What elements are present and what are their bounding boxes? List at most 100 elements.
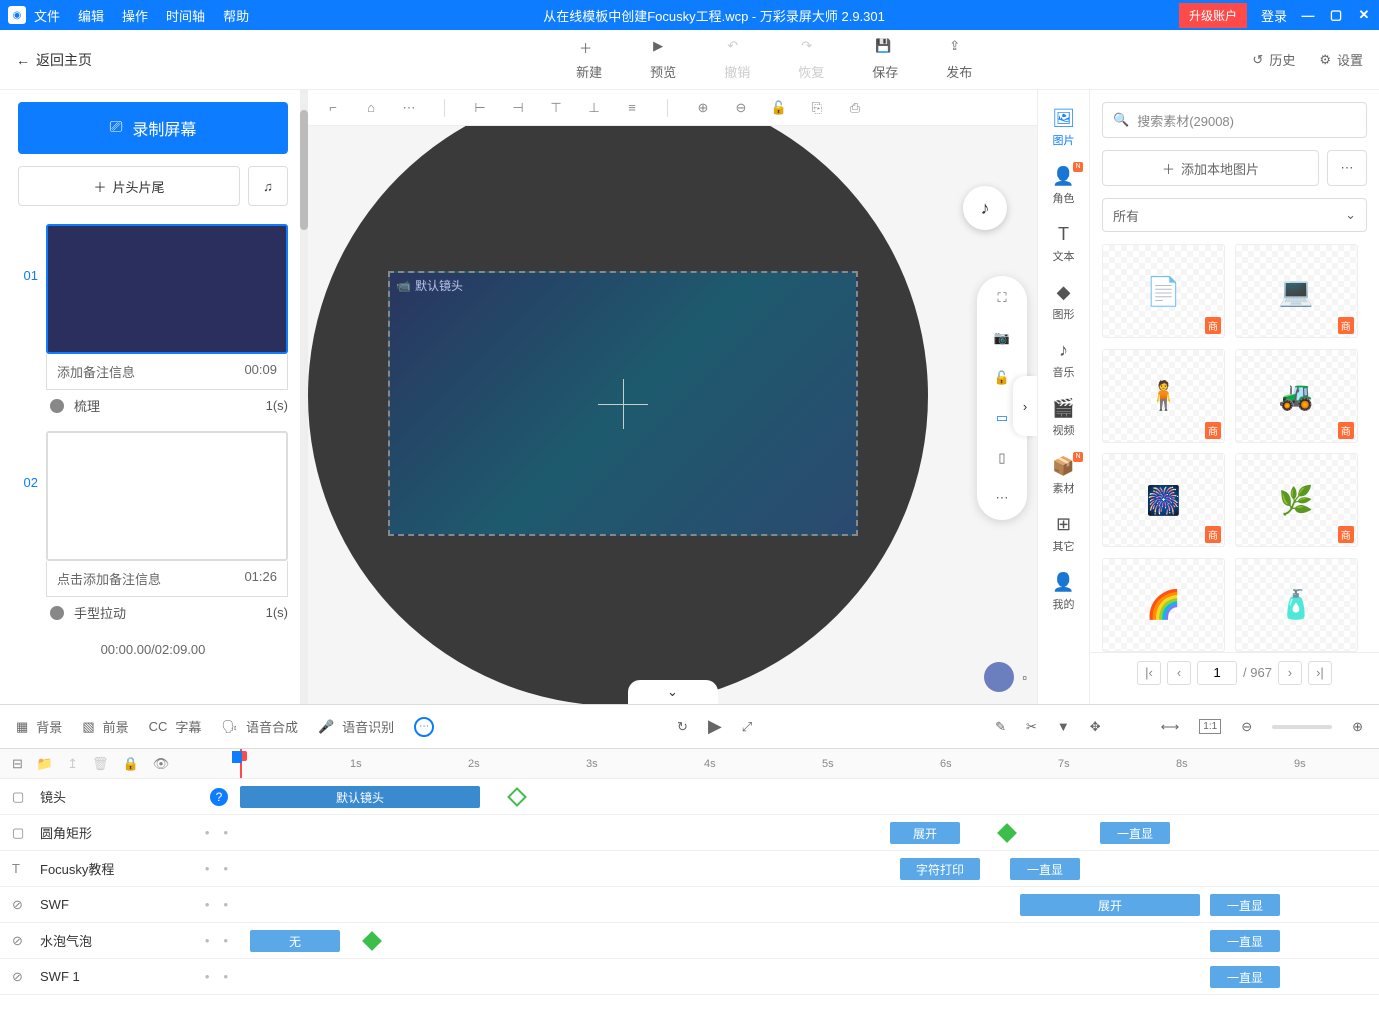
tab-音乐[interactable]: ♪音乐 (1038, 332, 1089, 388)
tab-角色[interactable]: 👤角色N (1038, 158, 1089, 214)
timeline-bar[interactable]: 一直显 (1010, 858, 1080, 880)
camera-frame[interactable]: 📹默认镜头 (388, 271, 858, 536)
timeline-bar[interactable]: 一直显 (1210, 966, 1280, 988)
upgrade-button[interactable]: 升级账户 (1179, 3, 1247, 28)
align-center-icon[interactable]: ⊣ (509, 100, 527, 116)
tl-fullscreen-icon[interactable]: ⤢ (742, 719, 752, 735)
tl-eye-icon[interactable]: 👁 (153, 756, 170, 772)
avatar-icon[interactable] (984, 662, 1014, 692)
menu-action[interactable]: 操作 (122, 6, 148, 25)
asset-item[interactable]: 🧍商 (1102, 349, 1225, 443)
timeline-track[interactable]: 一直显 (240, 959, 1379, 994)
left-scrollbar[interactable] (300, 90, 308, 704)
playhead[interactable] (240, 749, 242, 778)
timeline-row-head[interactable]: ⊘ 水泡气泡 •• (0, 931, 240, 950)
tl-fg-button[interactable]: ▧前景 (82, 717, 128, 736)
tl-lock2-icon[interactable]: 🔒 (123, 756, 139, 772)
tl-up-icon[interactable]: ↥ (67, 756, 78, 772)
align-left-icon[interactable]: ⊢ (471, 100, 489, 116)
timeline-row-head[interactable]: ▢ 镜头 ? (0, 787, 240, 806)
timeline-bar[interactable]: 一直显 (1210, 930, 1280, 952)
menu-file[interactable]: 文件 (34, 6, 60, 25)
pager-first-button[interactable]: |‹ (1137, 661, 1161, 685)
tl-restart-icon[interactable]: ↻ (677, 719, 688, 735)
bottom-tab-button[interactable]: ⌄ (628, 680, 718, 704)
timeline-bar[interactable]: 一直显 (1100, 822, 1170, 844)
toolbar-保存-button[interactable]: 💾保存 (872, 38, 898, 81)
tl-new-icon[interactable]: ⊟ (12, 756, 23, 772)
menu-timeline[interactable]: 时间轴 (166, 6, 205, 25)
record-screen-button[interactable]: ⎚ 录制屏幕 (18, 102, 288, 154)
tl-zoom-slider[interactable] (1272, 725, 1332, 729)
timeline-track[interactable]: 无 一直显 (240, 923, 1379, 958)
stage-music-button[interactable]: ♪ (963, 186, 1007, 230)
asset-item[interactable]: 🎆商 (1102, 453, 1225, 547)
help-icon[interactable]: ? (210, 788, 228, 806)
slide-transition[interactable]: 梳理 1(s) (46, 390, 288, 421)
menu-help[interactable]: 帮助 (223, 6, 249, 25)
keyframe-diamond[interactable] (997, 823, 1017, 843)
tl-play-icon[interactable]: ▶ (708, 716, 722, 737)
timeline-bar[interactable]: 展开 (1020, 894, 1200, 916)
expand-panel-button[interactable]: › (1013, 376, 1037, 436)
asset-item[interactable]: 🌿商 (1235, 453, 1358, 547)
zoom-in-icon[interactable]: ⊕ (694, 100, 712, 116)
more-icon[interactable]: ⋯ (400, 100, 418, 116)
timeline-bar[interactable]: 一直显 (1210, 894, 1280, 916)
tab-视频[interactable]: 🎬视频 (1038, 390, 1089, 446)
tl-ruler[interactable]: 1s2s3s4s5s6s7s8s9s (240, 749, 1379, 778)
tl-edit-icon[interactable]: ✎ (995, 719, 1006, 735)
more-options-button[interactable]: ⋯ (1327, 150, 1367, 186)
menu-edit[interactable]: 编辑 (78, 6, 104, 25)
copy-icon[interactable]: ⎘ (808, 100, 826, 116)
pager-prev-button[interactable]: ‹ (1167, 661, 1191, 685)
music-button[interactable]: ♫ (248, 166, 288, 206)
align-middle-icon[interactable]: ≡ (623, 100, 641, 115)
tl-tts-button[interactable]: 🗣语音合成 (221, 717, 298, 736)
history-button[interactable]: ↺历史 (1252, 50, 1295, 69)
camera-tool-icon[interactable]: 📷 (992, 328, 1012, 348)
tl-bg-button[interactable]: ▦背景 (16, 717, 62, 736)
screen-tool-icon[interactable]: ▭ (992, 408, 1012, 428)
tab-文本[interactable]: T文本 (1038, 216, 1089, 272)
more-tool-icon[interactable]: ⋯ (992, 488, 1012, 508)
timeline-row-head[interactable]: ⊘ SWF •• (0, 897, 240, 913)
timeline-track[interactable]: 展开一直显 (240, 815, 1379, 850)
tl-zoom-in-icon[interactable]: ⊕ (1352, 719, 1363, 735)
timeline-bar[interactable]: 字符打印 (900, 858, 980, 880)
toolbar-撤销-button[interactable]: ↶撤销 (724, 38, 750, 81)
home-icon[interactable]: ⌂ (362, 100, 380, 115)
pager-current-input[interactable] (1197, 661, 1237, 685)
tab-图片[interactable]: 🖼图片 (1038, 100, 1089, 156)
unlock-tool-icon[interactable]: 🔓 (992, 368, 1012, 388)
timeline-track[interactable]: 展开一直显 (240, 887, 1379, 922)
tab-其它[interactable]: ⊞其它 (1038, 506, 1089, 562)
asset-item[interactable]: 🌈 (1102, 558, 1225, 652)
toolbar-新建-button[interactable]: ＋新建 (576, 38, 602, 81)
timeline-bar[interactable]: 无 (250, 930, 340, 952)
maximize-button[interactable]: ▢ (1329, 7, 1343, 23)
slide-thumbnail[interactable] (46, 431, 288, 561)
add-local-image-button[interactable]: ＋添加本地图片 (1102, 150, 1319, 186)
asset-item[interactable]: 🚜商 (1235, 349, 1358, 443)
timeline-track[interactable]: 默认镜头 (240, 779, 1379, 814)
login-button[interactable]: 登录 (1261, 6, 1287, 25)
stage[interactable]: ♪ 📹默认镜头 ⛶ 📷 🔓 ▭ ▯ ⋯ › ⌄ ▫ (308, 126, 1037, 704)
tl-100-icon[interactable]: 1:1 (1199, 719, 1221, 734)
asset-item[interactable]: 📄商 (1102, 244, 1225, 338)
mobile-tool-icon[interactable]: ▯ (992, 448, 1012, 468)
paste-icon[interactable]: ⎙ (846, 100, 864, 116)
tl-more-button[interactable]: ⋯ (414, 717, 434, 737)
pager-next-button[interactable]: › (1278, 661, 1302, 685)
asset-item[interactable]: 💻商 (1235, 244, 1358, 338)
close-button[interactable]: ✕ (1357, 7, 1371, 23)
fullscreen-tool-icon[interactable]: ⛶ (992, 288, 1012, 308)
asset-item[interactable]: 🧴 (1235, 558, 1358, 652)
head-tail-button[interactable]: ＋片头片尾 (18, 166, 240, 206)
search-input[interactable]: 🔍 搜索素材(29008) (1102, 102, 1367, 138)
filter-select[interactable]: 所有 ⌄ (1102, 198, 1367, 232)
keyframe-diamond[interactable] (362, 931, 382, 951)
tl-move-icon[interactable]: ✥ (1090, 719, 1101, 735)
back-button[interactable]: ← 返回主页 (16, 50, 296, 70)
minimize-button[interactable]: — (1301, 8, 1315, 23)
